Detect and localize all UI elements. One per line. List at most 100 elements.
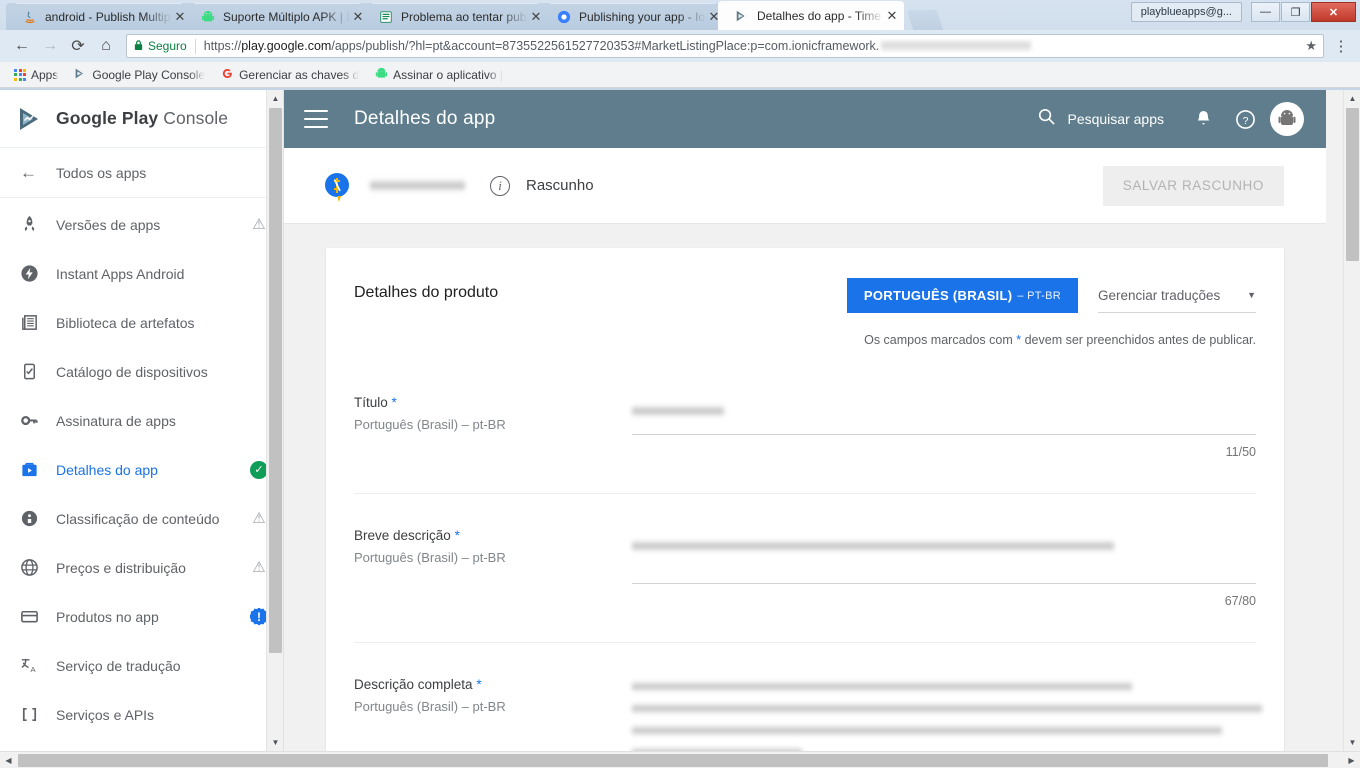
back-icon[interactable]: ← — [8, 33, 36, 59]
sidebar-item-artifact-library[interactable]: Biblioteca de artefatos — [0, 298, 283, 347]
globe-icon — [20, 558, 56, 577]
warning-icon: ⚠ — [252, 510, 266, 527]
reload-icon[interactable]: ⟳ — [64, 33, 92, 59]
sidebar-item-translation-service[interactable]: A Serviço de tradução — [0, 641, 283, 690]
short-description-input[interactable] — [632, 540, 1256, 584]
maximize-button[interactable]: ❐ — [1281, 2, 1310, 22]
title-input[interactable] — [632, 405, 1256, 435]
content-scroll-area: Detalhes do produto PORTUGUÊS (BRASIL) –… — [284, 224, 1326, 768]
sidebar-item-device-catalog[interactable]: Catálogo de dispositivos — [0, 347, 283, 396]
scroll-down-icon[interactable]: ▼ — [267, 734, 283, 751]
close-window-button[interactable]: ✕ — [1311, 2, 1356, 22]
sidebar-item-label: Biblioteca de artefatos — [56, 314, 195, 331]
sidebar-item-store-listing[interactable]: Detalhes do app ✓ — [0, 445, 283, 494]
bookmark-apps[interactable]: Apps — [8, 66, 64, 84]
hamburger-icon[interactable] — [304, 110, 328, 128]
secure-indicator[interactable]: Seguro — [133, 38, 196, 54]
scroll-down-icon[interactable]: ▼ — [1344, 734, 1360, 751]
field-name: Título — [354, 395, 388, 410]
account-chip[interactable]: playblueapps@g... — [1130, 2, 1242, 22]
warning-icon: ⚠ — [252, 559, 266, 576]
navigation-bar: ← → ⟳ ⌂ Seguro https://play.google.com/a… — [0, 30, 1360, 62]
sidebar-item-in-app-products[interactable]: Produtos no app ! — [0, 592, 283, 641]
bookmark-sign-app[interactable]: Assinar o aplicativo | — [369, 65, 509, 85]
save-draft-button[interactable]: SALVAR RASCUNHO — [1102, 165, 1284, 206]
field-input-wrap: 11/50 — [632, 395, 1256, 459]
manage-translations-label: Gerenciar traduções — [1098, 287, 1221, 303]
help-icon[interactable]: ? — [1228, 102, 1262, 136]
browser-tab[interactable]: Problema ao tentar publ ✕ — [362, 3, 548, 30]
card-header: Detalhes do produto PORTUGUÊS (BRASIL) –… — [354, 278, 1256, 313]
page-hscroll-thumb[interactable] — [18, 754, 1328, 767]
home-icon[interactable]: ⌂ — [92, 33, 120, 59]
field-name: Breve descrição — [354, 528, 451, 543]
scroll-right-icon[interactable]: ▶ — [1343, 752, 1360, 768]
google-g-icon — [221, 67, 234, 83]
full-description-line — [632, 725, 1222, 736]
sidebar-item-label: Preços e distribuição — [56, 559, 186, 576]
scroll-up-icon[interactable]: ▲ — [267, 90, 283, 107]
note-after: devem ser preenchidos antes de publicar. — [1021, 333, 1256, 347]
language-tab-pt-br[interactable]: PORTUGUÊS (BRASIL) – PT-BR — [846, 278, 1078, 313]
search-icon — [1037, 107, 1056, 131]
sidebar-scroll-thumb[interactable] — [269, 108, 282, 653]
tab-title: Problema ao tentar publ — [401, 9, 528, 24]
sidebar-item-instant-apps[interactable]: Instant Apps Android — [0, 249, 283, 298]
product-details-card: Detalhes do produto PORTUGUÊS (BRASIL) –… — [326, 248, 1284, 768]
search-apps-button[interactable]: Pesquisar apps — [1037, 107, 1164, 131]
brand-header[interactable]: Google Play Console — [0, 90, 283, 148]
brand-light: Console — [163, 108, 229, 128]
sidebar-item-pricing-distribution[interactable]: Preços e distribuição ⚠ — [0, 543, 283, 592]
close-icon[interactable]: ✕ — [884, 8, 900, 24]
forward-icon[interactable]: → — [36, 33, 64, 59]
sidebar-vertical-scrollbar[interactable]: ▲ ▼ — [266, 90, 283, 751]
store-icon — [20, 460, 56, 479]
sidebar-item-label: Classificação de conteúdo — [56, 510, 220, 527]
full-description-line — [632, 703, 1262, 714]
minimize-button[interactable]: — — [1251, 2, 1280, 22]
address-bar[interactable]: Seguro https://play.google.com/apps/publ… — [126, 34, 1324, 58]
android-icon — [375, 67, 388, 83]
manage-translations-dropdown[interactable]: Gerenciar traduções ▼ — [1098, 278, 1256, 313]
bookmark-manage-keys[interactable]: Gerenciar as chaves d — [215, 65, 365, 85]
browser-menu-icon[interactable]: ⋮ — [1330, 37, 1352, 55]
url-scheme: https:// — [203, 39, 242, 53]
page-horizontal-scrollbar[interactable]: ◀ ▶ — [0, 751, 1360, 768]
new-tab-button[interactable] — [906, 10, 944, 30]
bookmark-label: Assinar o aplicativo | — [393, 67, 503, 82]
scroll-left-icon[interactable]: ◀ — [0, 752, 17, 768]
scroll-up-icon[interactable]: ▲ — [1344, 90, 1360, 107]
page-scroll-thumb[interactable] — [1346, 108, 1359, 261]
lock-icon — [133, 39, 144, 54]
sidebar-item-all-apps[interactable]: ← Todos os apps — [0, 148, 283, 198]
sidebar-item-app-releases[interactable]: Versões de apps ⚠ — [0, 200, 283, 249]
page-vertical-scrollbar[interactable]: ▲ ▼ — [1343, 90, 1360, 751]
rating-icon — [20, 509, 56, 528]
library-icon — [20, 313, 56, 332]
browser-tab[interactable]: Publishing your app - Io ✕ — [540, 3, 726, 30]
play-console-icon — [74, 67, 87, 83]
url-redacted-region — [881, 40, 1032, 51]
sidebar-item-services-apis[interactable]: Serviços e APIs — [0, 690, 283, 739]
chevron-down-icon: ▼ — [1247, 290, 1256, 300]
play-console-logo-icon — [17, 106, 43, 132]
field-input-wrap: 67/80 — [632, 528, 1256, 608]
full-description-line — [632, 681, 1132, 692]
sidebar-item-app-signing[interactable]: Assinatura de apps — [0, 396, 283, 445]
main-region: Detalhes do app Pesquisar apps ? i Rascu… — [284, 90, 1360, 768]
title-value-redacted — [632, 405, 724, 417]
android-avatar-icon[interactable] — [1270, 102, 1304, 136]
bookmark-star-icon[interactable]: ★ — [1299, 38, 1317, 54]
notifications-icon[interactable] — [1186, 102, 1220, 136]
bookmark-label: Apps — [31, 67, 59, 82]
sidebar-item-content-rating[interactable]: Classificação de conteúdo ⚠ — [0, 494, 283, 543]
field-locale: Português (Brasil) – pt-BR — [354, 417, 506, 432]
browser-chrome: android - Publish Multip ✕ Suporte Múlti… — [0, 0, 1360, 90]
bookmark-play-console[interactable]: Google Play Console — [68, 65, 211, 85]
field-short-description: Breve descrição * Português (Brasil) – p… — [354, 493, 1256, 608]
browser-tab[interactable]: android - Publish Multip ✕ — [6, 3, 192, 30]
browser-tab-active[interactable]: Detalhes do app - Time ✕ — [718, 1, 904, 30]
info-icon[interactable]: i — [490, 175, 510, 196]
browser-tab[interactable]: Suporte Múltiplo APK | D ✕ — [184, 3, 370, 30]
brand-bold: Google Play — [56, 108, 159, 128]
